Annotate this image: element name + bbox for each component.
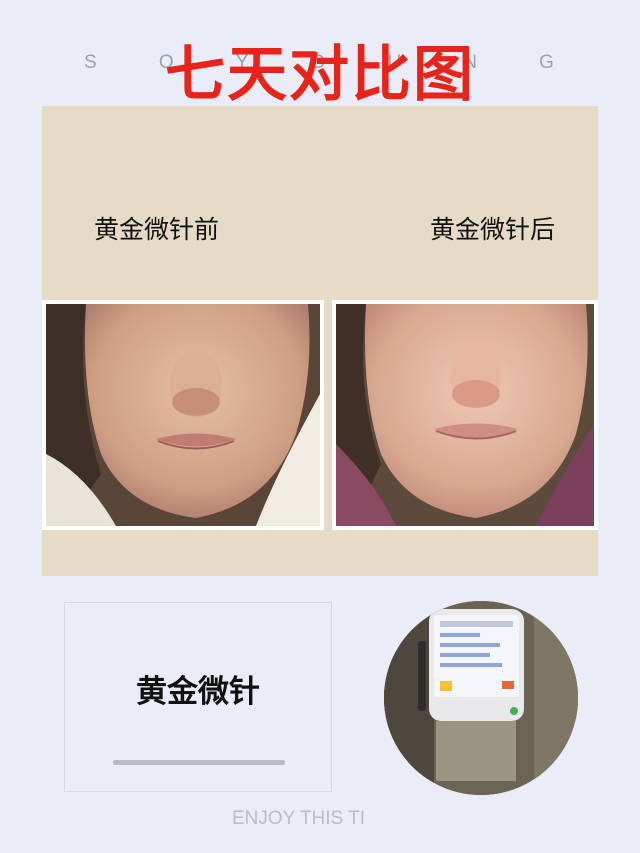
product-card: 黄金微针 xyxy=(64,602,332,792)
page-title: 七天对比图 xyxy=(165,40,475,110)
after-face-photo xyxy=(332,300,598,530)
card-divider xyxy=(113,760,285,765)
footer-text: ENJOY THIS TI xyxy=(232,808,366,829)
before-face-photo xyxy=(42,300,324,530)
after-label: 黄金微针后 xyxy=(430,215,556,244)
before-label: 黄金微针前 xyxy=(94,215,220,244)
device-photo xyxy=(384,601,578,795)
product-name: 黄金微针 xyxy=(136,674,260,710)
